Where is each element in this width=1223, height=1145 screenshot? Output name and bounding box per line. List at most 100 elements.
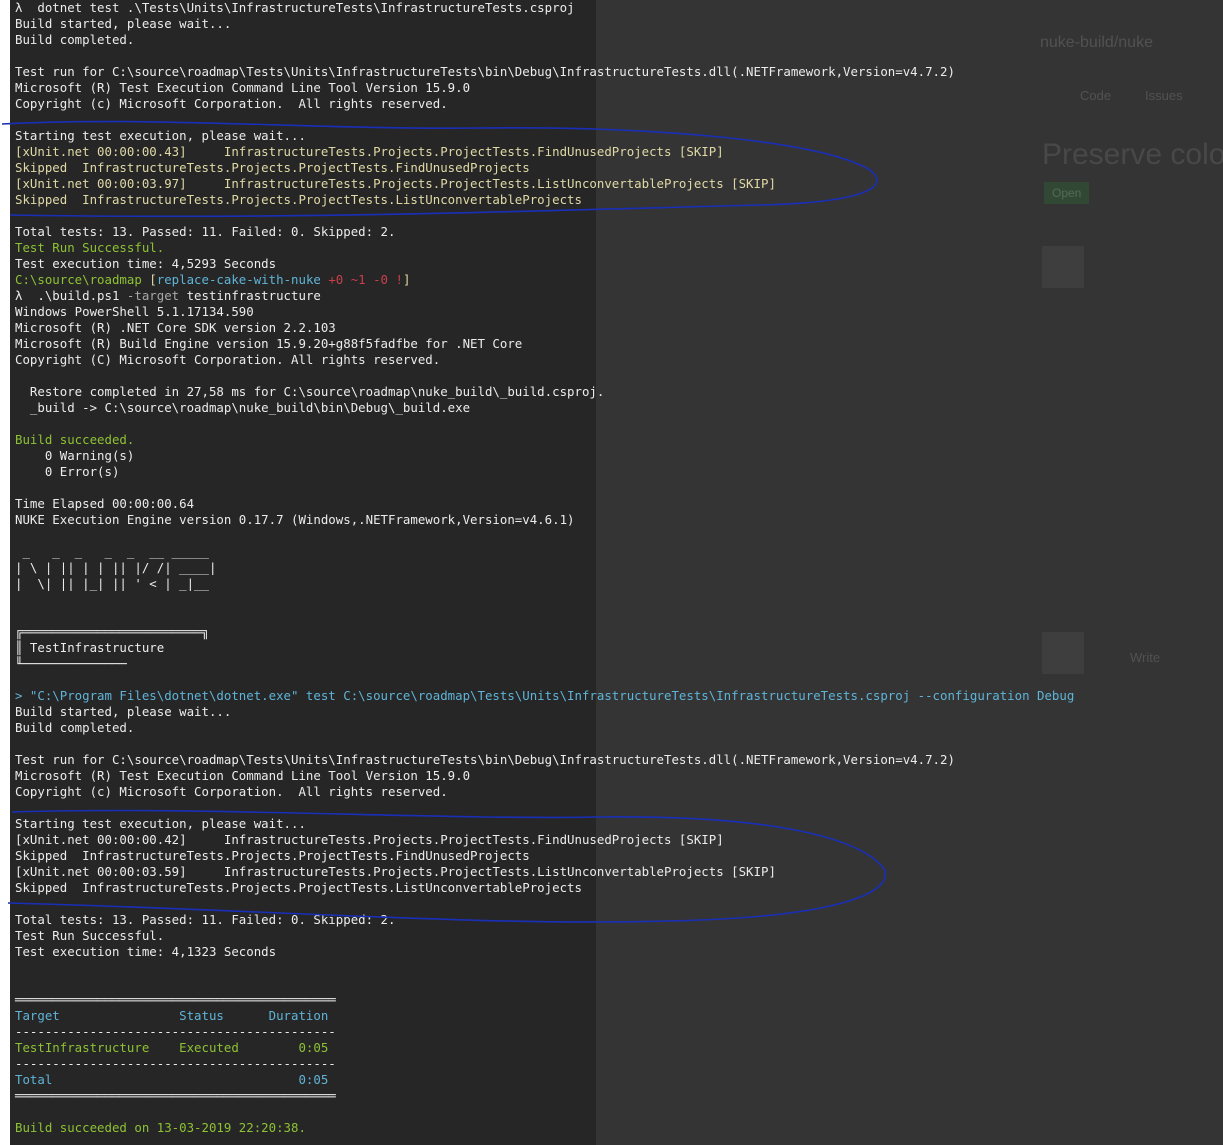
terminal-text-segment: ════════════════════════════════════════… bbox=[15, 992, 336, 1007]
terminal-text-segment: Microsoft (R) Build Engine version 15.9.… bbox=[15, 336, 523, 351]
terminal-line: ════════════════════════════════════════… bbox=[15, 1088, 1074, 1104]
terminal-text-segment: Build succeeded on 13-03-2019 22:20:38. bbox=[15, 1120, 306, 1135]
terminal-text-segment: Skipped InfrastructureTests.Projects.Pro… bbox=[15, 192, 582, 207]
terminal-line: Total 0:05 bbox=[15, 1072, 1074, 1088]
terminal-line: Copyright (C) Microsoft Corporation. All… bbox=[15, 352, 1074, 368]
terminal-line: Microsoft (R) Test Execution Command Lin… bbox=[15, 80, 1074, 96]
terminal-text-segment: | \| || |_| || ' < | _|__ bbox=[15, 576, 209, 591]
terminal-line: Windows PowerShell 5.1.17134.590 bbox=[15, 304, 1074, 320]
terminal-text-segment: [ bbox=[149, 272, 157, 287]
terminal-text-segment: Restore completed in 27,58 ms for C:\sou… bbox=[15, 384, 605, 399]
terminal-text-segment: Starting test execution, please wait... bbox=[15, 128, 306, 143]
terminal-text-segment: > "C:\Program Files\dotnet\dotnet.exe" t… bbox=[15, 688, 1075, 703]
terminal-line: Test run for C:\source\roadmap\Tests\Uni… bbox=[15, 752, 1074, 768]
terminal-line: | \| || |_| || ' < | _|__ bbox=[15, 576, 1074, 592]
terminal-text-segment: ] bbox=[402, 272, 411, 287]
terminal-text-segment: | \ | || | | || |/ /| ____| bbox=[15, 560, 217, 575]
terminal-line: | \ | || | | || |/ /| ____| bbox=[15, 560, 1074, 576]
terminal-text-segment: testinfrastructure bbox=[179, 288, 321, 303]
terminal-line: Test Run Successful. bbox=[15, 928, 1074, 944]
terminal-line: Microsoft (R) Test Execution Command Lin… bbox=[15, 768, 1074, 784]
terminal-text-segment: 0 Error(s) bbox=[15, 464, 120, 479]
terminal-text-segment: ╔════════════════════════╗ bbox=[15, 624, 209, 639]
terminal-text-segment: Test Run Successful. bbox=[15, 928, 165, 943]
terminal-line: ----------------------------------------… bbox=[15, 1024, 1074, 1040]
terminal-text-segment: replace-cake-with-nuke bbox=[156, 272, 321, 287]
terminal-text-segment: Build completed. bbox=[15, 720, 135, 735]
terminal-text-segment: [xUnit.net 00:00:03.59] InfrastructureTe… bbox=[15, 864, 776, 879]
terminal-text-segment: Build started, please wait... bbox=[15, 16, 232, 31]
terminal-line: _ _ _ _ _ __ _____ bbox=[15, 544, 1074, 560]
terminal-line: 0 Error(s) bbox=[15, 464, 1074, 480]
write-tab-ghost: Write bbox=[1130, 650, 1161, 665]
terminal-line: TestInfrastructure Executed 0:05 bbox=[15, 1040, 1074, 1056]
terminal-text-segment: NUKE Execution Engine version 0.17.7 (Wi… bbox=[15, 512, 575, 527]
terminal-line: Build started, please wait... bbox=[15, 16, 1074, 32]
terminal-text-segment: Copyright (c) Microsoft Corporation. All… bbox=[15, 96, 448, 111]
terminal-text-segment: λ dotnet test .\Tests\Units\Infrastructu… bbox=[15, 0, 575, 15]
code-tab-ghost: Code bbox=[1080, 88, 1112, 103]
terminal-text-segment: Test execution time: 4,5293 Seconds bbox=[15, 256, 277, 271]
terminal-text-segment: Copyright (C) Microsoft Corporation. All… bbox=[15, 352, 441, 367]
terminal-text-segment: ════════════════════════════════════════… bbox=[15, 1088, 336, 1103]
terminal-text-segment: Total 0:05 bbox=[15, 1072, 329, 1087]
terminal-text-segment: [xUnit.net 00:00:00.42] InfrastructureTe… bbox=[15, 832, 724, 847]
terminal-text-segment: Time Elapsed 00:00:00.64 bbox=[15, 496, 195, 511]
terminal-text-segment: _build -> C:\source\roadmap\nuke_build\b… bbox=[15, 400, 471, 415]
terminal-line: Skipped InfrastructureTests.Projects.Pro… bbox=[15, 160, 1074, 176]
terminal-line: Restore completed in 27,58 ms for C:\sou… bbox=[15, 384, 1074, 400]
terminal-text-segment: Target Status Duration bbox=[15, 1008, 329, 1023]
terminal-line: Skipped InfrastructureTests.Projects.Pro… bbox=[15, 848, 1074, 864]
terminal-text-segment: ║ TestInfrastructure bbox=[15, 640, 165, 655]
terminal-text-segment: C:\source\roadmap bbox=[15, 272, 150, 287]
terminal-line: Microsoft (R) Build Engine version 15.9.… bbox=[15, 336, 1074, 352]
terminal-line: 0 Warning(s) bbox=[15, 448, 1074, 464]
terminal-line: λ dotnet test .\Tests\Units\Infrastructu… bbox=[15, 0, 1074, 16]
terminal-text-segment: Build succeeded. bbox=[15, 432, 135, 447]
terminal-line: Build succeeded. bbox=[15, 432, 1074, 448]
terminal-text-segment: -target bbox=[126, 288, 180, 303]
terminal-text-segment: Test run for C:\source\roadmap\Tests\Uni… bbox=[15, 752, 955, 767]
terminal-line: Test execution time: 4,1323 Seconds bbox=[15, 944, 1074, 960]
issues-tab-ghost: Issues bbox=[1145, 88, 1183, 103]
terminal-line: Starting test execution, please wait... bbox=[15, 816, 1074, 832]
terminal-text-segment: TestInfrastructure Executed 0:05 bbox=[15, 1040, 329, 1055]
terminal-line: Skipped InfrastructureTests.Projects.Pro… bbox=[15, 192, 1074, 208]
terminal-text-segment: Skipped InfrastructureTests.Projects.Pro… bbox=[15, 880, 582, 895]
terminal-line: Test Run Successful. bbox=[15, 240, 1074, 256]
terminal-text-segment: 0 Warning(s) bbox=[15, 448, 135, 463]
terminal-text-segment: ----------------------------------------… bbox=[15, 1056, 336, 1071]
terminal-text-segment: λ .\build.ps1 bbox=[15, 288, 127, 303]
terminal-line: ╔════════════════════════╗ bbox=[15, 624, 1074, 640]
terminal-line: [xUnit.net 00:00:00.42] InfrastructureTe… bbox=[15, 832, 1074, 848]
terminal-text-segment: [xUnit.net 00:00:00.43] InfrastructureTe… bbox=[15, 144, 724, 159]
terminal-line: ════════════════════════════════════════… bbox=[15, 992, 1074, 1008]
terminal-text-segment: Microsoft (R) Test Execution Command Lin… bbox=[15, 80, 471, 95]
terminal-line: Test run for C:\source\roadmap\Tests\Uni… bbox=[15, 64, 1074, 80]
terminal-text-segment: Starting test execution, please wait... bbox=[15, 816, 306, 831]
terminal-text-segment: ╙────────────── bbox=[15, 656, 127, 671]
terminal-line: Build succeeded on 13-03-2019 22:20:38. bbox=[15, 1120, 1074, 1136]
terminal-text-segment: [xUnit.net 00:00:03.97] InfrastructureTe… bbox=[15, 176, 776, 191]
terminal-line: ║ TestInfrastructure bbox=[15, 640, 1074, 656]
terminal-line: ╙────────────── bbox=[15, 656, 1074, 672]
terminal-text-segment: Test Run Successful. bbox=[15, 240, 165, 255]
terminal-text-segment: Copyright (c) Microsoft Corporation. All… bbox=[15, 784, 448, 799]
terminal-text-segment: Microsoft (R) Test Execution Command Lin… bbox=[15, 768, 471, 783]
terminal-text-segment: Build started, please wait... bbox=[15, 704, 232, 719]
terminal-line: NUKE Execution Engine version 0.17.7 (Wi… bbox=[15, 512, 1074, 528]
terminal-text-segment: _ _ _ _ _ __ _____ bbox=[15, 544, 209, 559]
terminal-line: [xUnit.net 00:00:03.97] InfrastructureTe… bbox=[15, 176, 1074, 192]
